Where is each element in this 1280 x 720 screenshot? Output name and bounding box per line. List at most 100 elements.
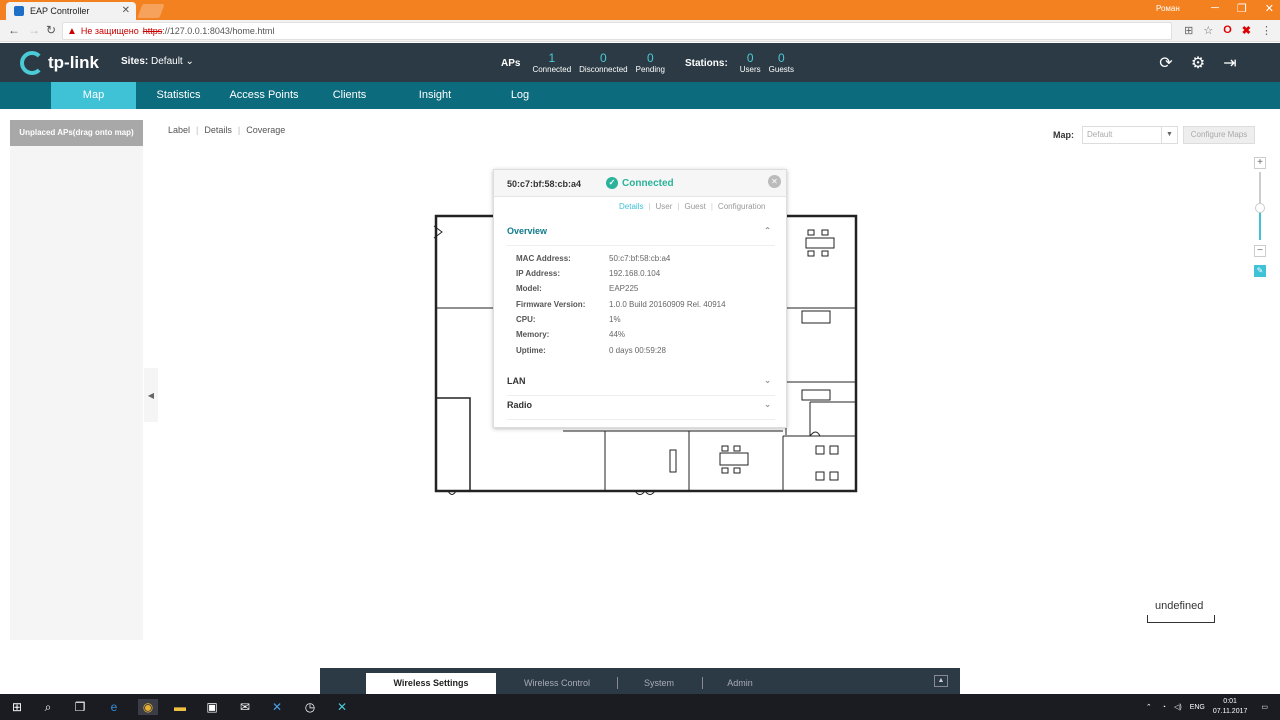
close-window-icon[interactable]: ✕ <box>1265 2 1274 15</box>
nav-access-points[interactable]: Access Points <box>222 82 306 109</box>
extension-icon[interactable]: ✖ <box>1242 24 1251 37</box>
app-header: tp-link Sites: Default ⌄ APs 1 Connected … <box>0 43 1280 82</box>
field-value: 1.0.0 Build 20160909 Rel. 40914 <box>609 300 726 309</box>
map-view-tabs: Label | Details | Coverage <box>168 125 285 135</box>
tools-icon[interactable]: ✕ <box>269 699 285 715</box>
back-icon[interactable]: ← <box>8 23 20 37</box>
tab-user[interactable]: User <box>656 202 673 211</box>
stat-value: 0 <box>646 51 654 65</box>
logout-icon[interactable]: ⇥ <box>1218 51 1242 75</box>
stat-connected[interactable]: 1 Connected <box>532 51 571 74</box>
app-icon[interactable]: ✕ <box>334 699 350 715</box>
task-view-icon[interactable]: ❐ <box>72 699 88 715</box>
collapse-sidebar-icon[interactable]: ◀ <box>144 368 158 422</box>
stat-caption: Disconnected <box>579 65 628 74</box>
radio-section-header[interactable]: Radio ⌄ <box>507 400 775 420</box>
overview-section-header[interactable]: Overview ⌃ <box>507 226 775 246</box>
notifications-icon[interactable]: ▭ <box>1261 703 1268 711</box>
nav-clients[interactable]: Clients <box>322 82 377 109</box>
browser-user[interactable]: Роман <box>1156 4 1180 13</box>
stat-guests[interactable]: 0 Guests <box>769 51 794 74</box>
stat-users[interactable]: 0 Users <box>740 51 761 74</box>
tab-wireless-control[interactable]: Wireless Control <box>512 673 602 694</box>
eap-favicon-icon <box>14 6 24 16</box>
chrome-icon[interactable]: ◉ <box>138 699 158 715</box>
tab-separator: | <box>648 202 651 211</box>
field-key: Firmware Version: <box>516 300 586 309</box>
windows-start-icon[interactable]: ⊞ <box>9 699 25 715</box>
nav-insight[interactable]: Insight <box>409 82 461 109</box>
sites-selector[interactable]: Sites: Default ⌄ <box>121 56 194 67</box>
input-language[interactable]: ENG <box>1190 704 1205 711</box>
close-popup-icon[interactable]: ✕ <box>768 175 781 188</box>
clock-app-icon[interactable]: ◷ <box>302 699 318 715</box>
nav-log[interactable]: Log <box>500 82 540 109</box>
tab-details[interactable]: Details <box>204 125 232 135</box>
translate-icon[interactable]: ⊞ <box>1184 24 1193 37</box>
field-row: Memory: 44% <box>516 330 625 339</box>
tray-chevron-icon[interactable]: ⌃ <box>1146 703 1152 711</box>
stations-stats: Stations: 0 Users 0 Guests <box>685 51 802 74</box>
nav-map[interactable]: Map <box>51 82 136 109</box>
system-clock[interactable]: 0:01 07.11.2017 <box>1213 697 1248 717</box>
expand-panel-icon[interactable]: ▲ <box>934 675 948 687</box>
refresh-icon[interactable]: ⟳ <box>1154 51 1178 75</box>
zoom-in-icon[interactable]: + <box>1254 157 1266 169</box>
mail-icon[interactable]: ✉ <box>237 699 253 715</box>
map-select[interactable]: Default ▼ <box>1082 126 1178 144</box>
tab-admin[interactable]: Admin <box>715 673 765 694</box>
connection-status: ✓ Connected <box>606 177 674 189</box>
store-icon[interactable]: ▣ <box>204 699 220 715</box>
tab-configuration[interactable]: Configuration <box>718 202 766 211</box>
zoom-slider-handle[interactable] <box>1255 203 1265 213</box>
reload-icon[interactable]: ↻ <box>46 23 56 37</box>
stat-disconnected[interactable]: 0 Disconnected <box>579 51 627 74</box>
browser-tab[interactable]: EAP Controller ✕ <box>6 2 136 20</box>
tab-separator: | <box>677 202 680 211</box>
configure-maps-button[interactable]: Configure Maps <box>1183 126 1255 144</box>
tab-coverage[interactable]: Coverage <box>246 125 285 135</box>
field-key: Memory: <box>516 330 550 339</box>
tab-separator: | <box>237 125 241 135</box>
stat-value: 0 <box>600 51 607 65</box>
search-icon[interactable]: ⌕ <box>40 699 56 715</box>
field-row: MAC Address: 50:c7:bf:58:cb:a4 <box>516 254 670 263</box>
map-scale-label: undefined <box>1155 600 1204 612</box>
settings-gear-icon[interactable]: ⚙ <box>1186 51 1210 75</box>
lan-section-header[interactable]: LAN ⌄ <box>507 376 775 396</box>
field-value: 0 days 00:59:28 <box>609 346 666 355</box>
tab-guest[interactable]: Guest <box>685 202 706 211</box>
nav-statistics[interactable]: Statistics <box>146 82 211 109</box>
new-tab-button[interactable] <box>137 4 165 18</box>
popup-header: 50:c7:bf:58:cb:a4 ✓ Connected ✕ <box>494 170 786 197</box>
chevron-down-icon: ⌄ <box>764 376 771 385</box>
bookmark-star-icon[interactable]: ☆ <box>1203 24 1213 37</box>
radio-title: Radio <box>507 400 533 410</box>
tab-system[interactable]: System <box>630 673 688 694</box>
opera-icon[interactable]: O <box>1223 24 1232 37</box>
url-input[interactable]: ▲ Не защищено https ://127.0.0.1:8043/ho… <box>62 22 1172 40</box>
zoom-out-icon[interactable]: − <box>1254 245 1266 257</box>
volume-icon[interactable]: ◁) <box>1174 703 1182 711</box>
stat-caption: Pending <box>635 65 665 74</box>
tab-close-icon[interactable]: ✕ <box>122 5 130 16</box>
folder-icon[interactable]: ▬ <box>172 699 188 715</box>
menu-dots-icon[interactable]: ⋮ <box>1261 24 1272 37</box>
field-value: EAP225 <box>609 284 639 293</box>
maximize-icon[interactable]: ❐ <box>1237 2 1247 15</box>
map-scale-bar <box>1147 615 1215 623</box>
tab-details[interactable]: Details <box>619 202 643 211</box>
minimize-icon[interactable]: ─ <box>1211 2 1219 15</box>
edge-icon[interactable]: e <box>106 699 122 715</box>
popup-tabs: Details | User | Guest | Configuration <box>619 202 766 211</box>
edit-map-icon[interactable]: ✎ <box>1254 265 1266 277</box>
forward-icon[interactable]: → <box>28 23 40 37</box>
chevron-down-icon: ⌄ <box>185 56 194 67</box>
url-path: ://127.0.0.1:8043/home.html <box>162 26 275 36</box>
tab-wireless-settings[interactable]: Wireless Settings <box>366 673 496 694</box>
ap-mac-title: 50:c7:bf:58:cb:a4 <box>507 179 582 189</box>
insecure-label: Не защищено <box>80 26 139 36</box>
stat-pending[interactable]: 0 Pending <box>636 51 665 74</box>
tab-label[interactable]: Label <box>168 125 190 135</box>
network-icon[interactable]: ◔ <box>1162 704 1166 711</box>
